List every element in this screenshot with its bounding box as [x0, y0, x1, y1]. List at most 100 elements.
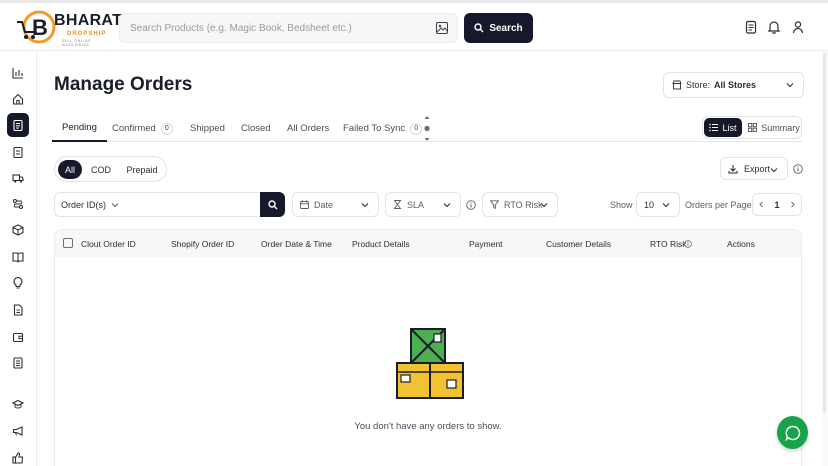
chevron-right-icon[interactable]	[789, 201, 796, 208]
info-icon[interactable]	[684, 240, 692, 248]
calendar-icon	[300, 200, 309, 209]
clipboard-icon	[13, 119, 23, 131]
graduation-cap-icon	[12, 399, 24, 409]
column-header: Clout Order ID	[81, 239, 136, 249]
chevron-left-icon[interactable]	[758, 201, 765, 208]
sidebar-item-orders[interactable]	[7, 113, 29, 137]
cart-logo-icon: B	[17, 10, 56, 44]
empty-state-message: You don't have any orders to show.	[354, 421, 502, 432]
tab-label: Pending	[62, 122, 97, 133]
column-header: Order Date & Time	[261, 239, 332, 249]
payment-filter: All COD Prepaid	[54, 156, 167, 182]
show-label: Show	[610, 200, 633, 210]
sidebar-item-products[interactable]	[8, 220, 28, 240]
tab-pending[interactable]: Pending	[52, 115, 107, 142]
chevron-down-icon	[770, 168, 778, 173]
sidebar-item-documents[interactable]	[8, 300, 28, 320]
view-summary-button[interactable]: Summary	[747, 118, 801, 137]
checklist-icon	[13, 146, 23, 158]
download-icon	[728, 164, 738, 174]
sidebar-item-feedback[interactable]	[8, 448, 28, 466]
info-icon[interactable]	[466, 200, 476, 210]
sidebar-item-wallet[interactable]	[8, 327, 28, 347]
tab-label: All Orders	[287, 123, 330, 134]
tab-shipped[interactable]: Shipped	[190, 115, 225, 142]
search-button[interactable]: Search	[464, 13, 533, 43]
scrollbar-thumb[interactable]	[823, 53, 826, 413]
truck-icon	[12, 174, 24, 183]
current-page: 1	[774, 199, 780, 210]
sidebar-item-marketing[interactable]	[8, 421, 28, 441]
view-list-button[interactable]: List	[704, 118, 742, 137]
sidebar-item-catalog[interactable]	[8, 247, 28, 267]
orders-per-page-label: Orders per Page	[685, 200, 752, 210]
brand-sub: DROPSHIP	[67, 31, 107, 37]
per-page-select[interactable]: 10	[636, 192, 680, 217]
sidebar-item-invoices[interactable]	[8, 353, 28, 373]
export-label: Export	[744, 163, 771, 174]
route-icon	[13, 199, 23, 209]
search-icon	[474, 23, 484, 33]
sidebar-item-home[interactable]	[8, 89, 28, 109]
thumbs-up-icon	[12, 452, 24, 464]
chat-button[interactable]	[777, 416, 808, 449]
sidebar-item-routes[interactable]	[8, 194, 28, 214]
payment-option-cod[interactable]: COD	[85, 160, 117, 179]
payment-option-prepaid[interactable]: Prepaid	[119, 160, 165, 179]
order-search-button[interactable]	[260, 192, 285, 217]
tab-label: Failed To Sync	[343, 123, 406, 134]
image-search-icon[interactable]	[436, 22, 448, 34]
chevron-down-icon	[786, 83, 794, 88]
chevron-down-icon	[540, 203, 548, 208]
list-icon	[709, 123, 719, 132]
chat-bubble-icon	[784, 425, 800, 441]
sidebar-item-tasks[interactable]	[8, 142, 28, 162]
page-title: Manage Orders	[54, 74, 193, 95]
tab-failed-to-sync[interactable]: Failed To Sync 0	[343, 115, 423, 142]
sidebar-item-ideas[interactable]	[8, 273, 28, 293]
lightbulb-icon	[13, 277, 23, 289]
sidebar-item-shipping[interactable]	[8, 168, 28, 188]
rto-risk-label: RTO Risk	[504, 199, 543, 210]
tab-all-orders[interactable]: All Orders	[287, 115, 329, 142]
user-icon[interactable]	[791, 20, 805, 34]
column-header: Payment	[469, 239, 503, 249]
orders-table: Clout Order ID Shopify Order ID Order Da…	[54, 229, 802, 466]
grid-icon	[748, 123, 758, 132]
chevron-down-icon	[361, 203, 369, 208]
search-icon	[267, 199, 277, 209]
home-icon	[12, 93, 24, 105]
info-icon[interactable]	[793, 164, 803, 174]
brand-logo[interactable]: B BHARAT DROPSHIP SELL ONLINE WORLDWIDE	[16, 10, 122, 47]
order-id-input[interactable]: Order ID(s)	[54, 192, 260, 217]
sidebar-item-analytics[interactable]	[8, 63, 28, 83]
tab-confirmed[interactable]: Confirmed 0	[112, 115, 173, 142]
app-frame: B BHARAT DROPSHIP SELL ONLINE WORLDWIDE …	[0, 0, 828, 466]
sidebar-item-learn[interactable]	[8, 394, 28, 414]
table-header: Clout Order ID Shopify Order ID Order Da…	[55, 230, 801, 257]
store-icon	[672, 80, 682, 90]
chevron-down-icon	[111, 202, 119, 207]
pagination: 1	[752, 193, 802, 216]
export-button[interactable]: Export	[720, 157, 788, 180]
rto-risk-filter[interactable]: RTO Risk	[482, 192, 558, 217]
tab-closed[interactable]: Closed	[241, 115, 271, 142]
view-toggle: List Summary	[702, 116, 802, 139]
tab-label: Shipped	[190, 123, 225, 134]
payment-option-all[interactable]: All	[58, 160, 82, 179]
store-select[interactable]: Store: All Stores	[663, 72, 804, 98]
tab-scroll-icon[interactable]	[423, 115, 431, 142]
date-filter[interactable]: Date	[292, 192, 379, 217]
store-value: All Stores	[714, 80, 757, 90]
view-summary-label: Summary	[761, 122, 800, 133]
sla-label: SLA	[407, 199, 425, 210]
orders-clipboard-icon[interactable]	[744, 20, 758, 34]
brand-tag: SELL ONLINE WORLDWIDE	[62, 39, 92, 47]
search-input[interactable]	[130, 14, 425, 42]
document-icon	[13, 304, 23, 316]
tab-count-badge: 0	[410, 122, 423, 135]
select-all-checkbox[interactable]	[63, 238, 73, 248]
bell-icon[interactable]	[767, 20, 781, 34]
tab-label: Closed	[241, 123, 271, 134]
sla-filter[interactable]: SLA	[385, 192, 461, 217]
